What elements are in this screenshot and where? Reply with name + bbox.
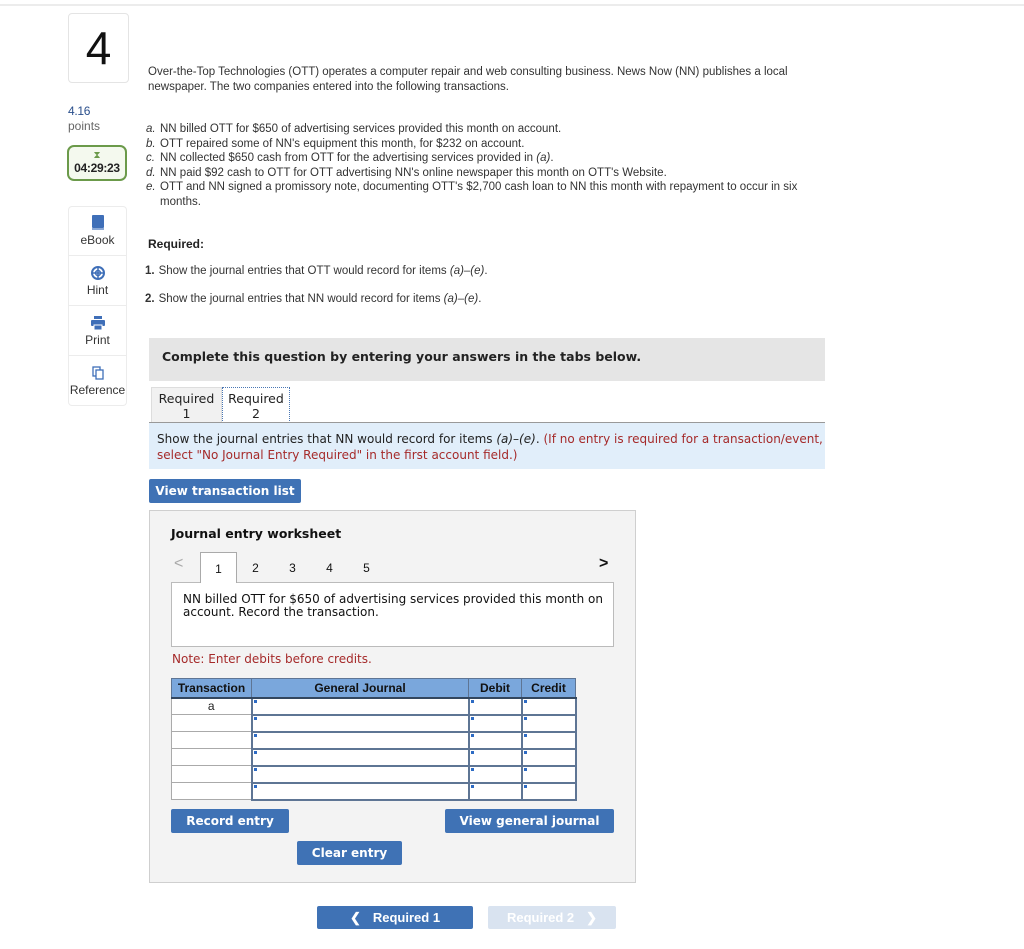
prev-required-button[interactable]: ❮ Required 1	[317, 906, 473, 929]
tab-instructions: Show the journal entries that NN would r…	[149, 423, 825, 469]
worksheet-title: Journal entry worksheet	[171, 526, 342, 541]
transaction-item: e. OTT and NN signed a promissory note, d…	[146, 181, 798, 208]
hint-label: Hint	[86, 282, 109, 297]
debit-input[interactable]	[467, 730, 523, 750]
worksheet-description: NN billed OTT for $650 of advertising se…	[171, 582, 614, 647]
hourglass-icon: ⧗	[93, 150, 101, 161]
instructions-banner: Complete this question by entering your …	[149, 338, 825, 381]
transaction-item: c. NN collected $650 cash from OTT for th…	[146, 152, 554, 165]
journal-row	[171, 764, 577, 784]
credit-input[interactable]	[520, 696, 577, 716]
worksheet-page-2[interactable]: 2	[237, 552, 274, 582]
transaction-item: a. NN billed OTT for $650 of advertising …	[146, 123, 562, 135]
clear-entry-button[interactable]: Clear entry	[297, 841, 402, 865]
worksheet-pages: 1 2 3 4 5	[200, 552, 385, 583]
required-item-2: 2. Show the journal entries that NN would…	[145, 293, 482, 305]
journal-header-row: Transaction General Journal Debit Credit	[171, 678, 576, 699]
account-input[interactable]	[250, 747, 470, 767]
copy-icon	[91, 365, 104, 381]
worksheet-page-3[interactable]: 3	[274, 552, 311, 582]
points-label: points	[68, 119, 101, 133]
required-item-1: 1. Show the journal entries that OTT woul…	[145, 265, 488, 277]
transaction-items: a. NN billed OTT for $650 of advertising …	[146, 122, 836, 210]
worksheet-note: Note: Enter debits before credits.	[172, 652, 372, 666]
transaction-item: d. NN paid $92 cash to OTT for OTT advert…	[146, 166, 667, 179]
print-label: Print	[85, 332, 110, 347]
question-number: 4	[68, 13, 129, 83]
credit-input[interactable]	[520, 764, 577, 784]
top-divider	[0, 4, 1024, 6]
account-input[interactable]	[250, 764, 470, 784]
account-input[interactable]	[250, 730, 470, 750]
reference-button[interactable]: Reference	[68, 356, 127, 406]
debit-input[interactable]	[467, 781, 523, 801]
journal-row	[171, 730, 577, 750]
credit-input[interactable]	[520, 713, 577, 733]
debit-input[interactable]	[467, 713, 523, 733]
record-entry-button[interactable]: Record entry	[171, 809, 289, 833]
credit-input[interactable]	[520, 747, 577, 767]
ebook-label: eBook	[80, 233, 115, 247]
problem-intro: Over-the-Top Technologies (OTT) operates…	[148, 66, 788, 93]
debit-input[interactable]	[467, 696, 523, 716]
required-heading: Required:	[148, 237, 205, 251]
journal-table: Transaction General Journal Debit Credit…	[171, 678, 577, 801]
worksheet-page-4[interactable]: 4	[311, 552, 348, 582]
transaction-cell	[171, 748, 252, 766]
tab-required-1[interactable]: Required 1	[151, 387, 222, 423]
chevron-right-icon: ❯	[586, 909, 598, 925]
tools-panel: eBook Hint Print Reference	[68, 206, 127, 406]
reference-label: Reference	[69, 382, 126, 397]
journal-row	[171, 781, 577, 801]
worksheet-page-1[interactable]: 1	[200, 552, 237, 583]
col-general-journal: General Journal	[251, 678, 469, 699]
transaction-cell	[171, 714, 252, 732]
required-tabs: Required 1 Required 2	[151, 387, 290, 423]
journal-row	[171, 747, 577, 767]
journal-row	[171, 713, 577, 733]
worksheet-page-5[interactable]: 5	[348, 552, 385, 582]
account-input[interactable]	[250, 713, 470, 733]
col-debit: Debit	[468, 678, 522, 699]
lifebuoy-icon	[90, 265, 105, 281]
credit-input[interactable]	[520, 730, 577, 750]
tab-required-2[interactable]: Required 2	[222, 387, 290, 423]
print-button[interactable]: Print	[68, 306, 127, 356]
book-icon	[91, 215, 105, 231]
chevron-left-icon: ❮	[349, 909, 361, 925]
timer-value: 04:29:23	[74, 161, 120, 175]
transaction-cell: a	[171, 697, 252, 715]
chevron-left-icon[interactable]: <	[174, 555, 183, 573]
credit-input[interactable]	[520, 781, 577, 801]
transaction-cell	[171, 765, 252, 783]
next-required-label: Required 2	[506, 910, 575, 925]
account-input[interactable]	[250, 781, 470, 801]
transaction-cell	[171, 782, 252, 800]
printer-icon	[90, 315, 105, 331]
transaction-item: b. OTT repaired some of NN's equipment th…	[146, 137, 525, 150]
view-general-journal-button[interactable]: View general journal	[445, 809, 614, 833]
hint-button[interactable]: Hint	[68, 256, 127, 306]
prev-required-label: Required 1	[372, 910, 441, 925]
points-value: 4.16	[68, 104, 91, 118]
col-transaction: Transaction	[171, 678, 252, 699]
journal-row: a	[171, 696, 577, 716]
debit-input[interactable]	[467, 747, 523, 767]
timer: ⧗ 04:29:23	[67, 145, 127, 181]
view-transaction-list-button[interactable]: View transaction list	[149, 479, 301, 503]
transaction-cell	[171, 731, 252, 749]
next-required-button: Required 2 ❯	[488, 906, 616, 929]
chevron-right-icon[interactable]: >	[599, 555, 608, 573]
ebook-button[interactable]: eBook	[68, 206, 127, 256]
col-credit: Credit	[521, 678, 576, 699]
debit-input[interactable]	[467, 764, 523, 784]
account-input[interactable]	[250, 696, 470, 716]
instructions-main: Show the journal entries that NN would r…	[157, 432, 540, 446]
